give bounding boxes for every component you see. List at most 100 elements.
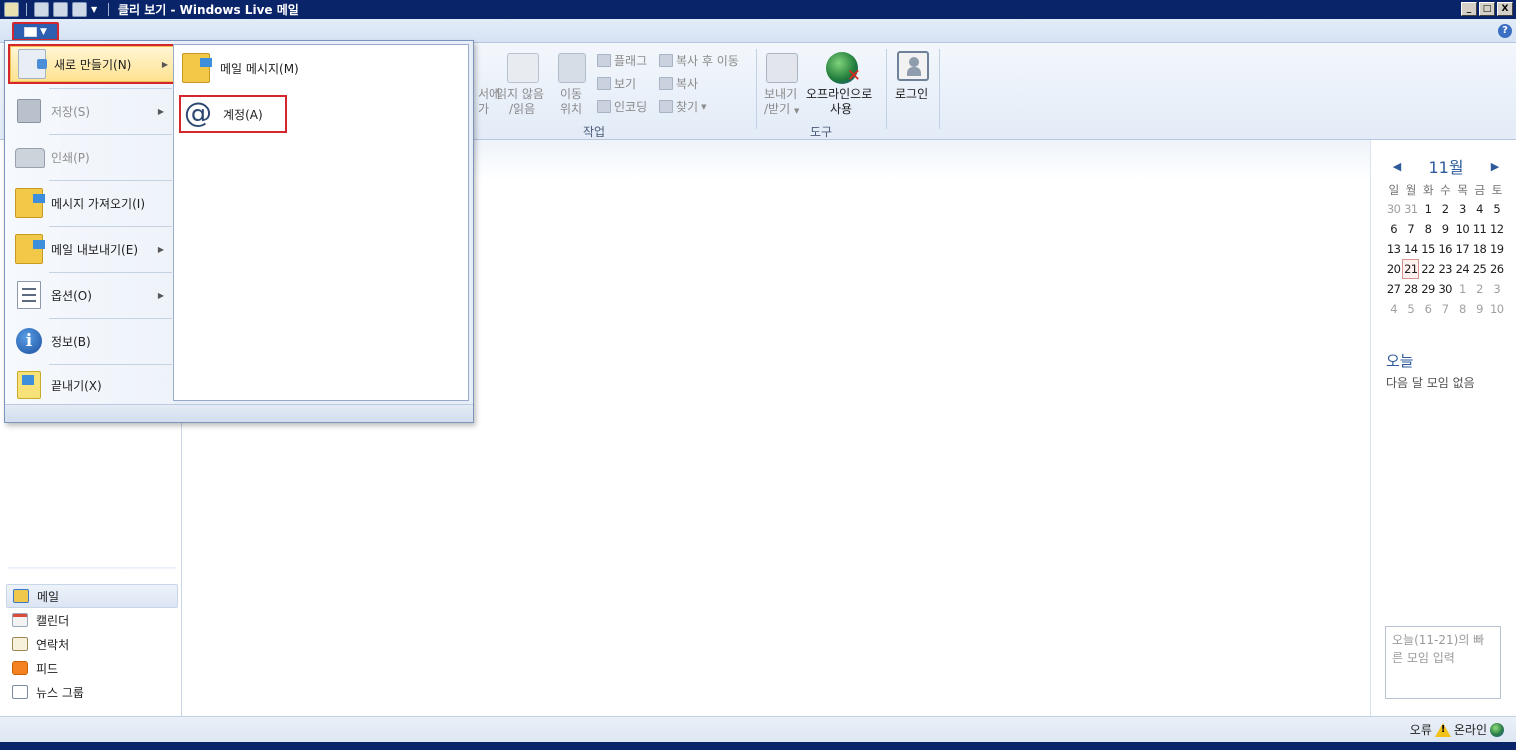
calendar-day[interactable]: 8 [1454, 299, 1471, 319]
minimize-button[interactable]: _ [1461, 2, 1477, 16]
move-folder-icon[interactable] [558, 53, 586, 83]
send-receive-button[interactable]: 보내기 [764, 87, 797, 102]
submenu-item-account[interactable]: @ 계정(A) [179, 95, 287, 133]
title-bar: ▼ 클리 보기 - Windows Live 메일 _ □ X [0, 0, 1516, 19]
calendar-day[interactable]: 22 [1419, 259, 1436, 279]
calendar-day[interactable]: 2 [1471, 279, 1488, 299]
app-icon[interactable] [4, 2, 19, 17]
error-status[interactable]: 오류 [1410, 721, 1432, 738]
help-icon[interactable]: ? [1498, 24, 1512, 38]
chevron-down-icon: ▼ [40, 26, 47, 37]
copy-button[interactable]: 복사 [659, 75, 698, 92]
app-menu-button[interactable]: ▼ [12, 22, 59, 41]
calendar-day[interactable]: 29 [1419, 279, 1436, 299]
nav-item-calendar[interactable]: 캘린더 [6, 608, 178, 632]
reply-icon[interactable] [53, 2, 68, 17]
nav-item-newsgroups[interactable]: 뉴스 그룹 [6, 680, 178, 704]
calendar-day[interactable]: 25 [1471, 259, 1488, 279]
maximize-button[interactable]: □ [1479, 2, 1495, 16]
calendar-day[interactable]: 16 [1437, 239, 1454, 259]
work-offline-globe-icon[interactable]: ✕ [826, 52, 861, 86]
calendar-day[interactable]: 10 [1454, 219, 1471, 239]
flag-button[interactable]: 플래그 [597, 52, 647, 69]
customize-toolbar-icon[interactable]: ▼ [91, 5, 101, 14]
calendar-day[interactable]: 31 [1402, 199, 1419, 219]
online-status[interactable]: 온라인 [1454, 721, 1487, 738]
calendar-day[interactable]: 1 [1454, 279, 1471, 299]
view-button[interactable]: 보기 [597, 75, 636, 92]
calendar-day[interactable]: 26 [1488, 259, 1505, 279]
calendar-day[interactable]: 28 [1402, 279, 1419, 299]
mark-unread-button[interactable]: 읽지 않음 [496, 87, 544, 102]
menu-separator [49, 134, 172, 135]
calendar-day-today[interactable]: 21 [1402, 259, 1420, 279]
nav-item-feeds[interactable]: 피드 [6, 656, 178, 680]
login-icon[interactable] [897, 51, 929, 81]
close-button[interactable]: X [1497, 2, 1513, 16]
copy-move-button[interactable]: 복사 후 이동 [659, 52, 739, 69]
calendar-day[interactable]: 9 [1437, 219, 1454, 239]
envelope-icon[interactable] [507, 53, 539, 83]
submenu-item-mail-message[interactable]: 메일 메시지(M) [182, 53, 299, 83]
warning-icon[interactable] [1434, 722, 1451, 737]
next-month-arrow-icon[interactable]: ▶ [1488, 160, 1502, 173]
calendar-day[interactable]: 10 [1488, 299, 1505, 319]
feed-icon [12, 661, 28, 675]
nav-item-mail[interactable]: 메일 [6, 584, 178, 608]
find-button[interactable]: 찾기 ▼ [659, 98, 706, 115]
calendar-day[interactable]: 14 [1402, 239, 1419, 259]
calendar-day[interactable]: 30 [1385, 199, 1402, 219]
menu-item-import[interactable]: 메시지 가져오기(I) [7, 183, 172, 223]
calendar-day[interactable]: 19 [1488, 239, 1505, 259]
calendar-day[interactable]: 13 [1385, 239, 1402, 259]
previous-month-arrow-icon[interactable]: ◀ [1390, 160, 1404, 173]
calendar-month[interactable]: 11월 [1428, 154, 1463, 178]
calendar-day[interactable]: 24 [1454, 259, 1471, 279]
calendar-day[interactable]: 3 [1488, 279, 1505, 299]
calendar-grid: 일 월 화 수 목 금 토 30 31 1 2 3 4 5 6 7 8 9 10… [1385, 181, 1506, 319]
calendar-day[interactable]: 6 [1419, 299, 1436, 319]
view-label: 보기 [614, 77, 637, 91]
calendar-day[interactable]: 6 [1385, 219, 1402, 239]
menu-item-new[interactable]: 새로 만들기(N) ▶ [8, 44, 178, 84]
move-to-button[interactable]: 이동 [560, 87, 582, 102]
calendar-day[interactable]: 12 [1488, 219, 1505, 239]
calendar-day[interactable]: 5 [1488, 199, 1505, 219]
calendar-day[interactable]: 2 [1437, 199, 1454, 219]
calendar-day[interactable]: 15 [1419, 239, 1436, 259]
calendar-day[interactable]: 7 [1402, 219, 1419, 239]
calendar-day[interactable]: 11 [1471, 219, 1488, 239]
send-receive-icon[interactable] [766, 53, 798, 83]
flag-icon [597, 54, 611, 67]
calendar-day[interactable]: 8 [1419, 219, 1436, 239]
login-button[interactable]: 로그인 [895, 87, 928, 102]
calendar-day[interactable]: 23 [1437, 259, 1454, 279]
nav-item-contacts[interactable]: 연락처 [6, 632, 178, 656]
calendar-day[interactable]: 17 [1454, 239, 1471, 259]
calendar-day[interactable]: 18 [1471, 239, 1488, 259]
work-offline-button[interactable]: 오프라인으로 [806, 87, 872, 102]
globe-icon[interactable] [1490, 722, 1504, 737]
send-receive-icon[interactable] [72, 2, 87, 17]
calendar-day[interactable]: 4 [1471, 199, 1488, 219]
calendar-day[interactable]: 1 [1419, 199, 1436, 219]
calendar-day[interactable]: 27 [1385, 279, 1402, 299]
menu-item-print[interactable]: 인쇄(P) [7, 137, 172, 177]
info-icon: i [16, 328, 42, 354]
menu-item-export[interactable]: 메일 내보내기(E) ▶ [7, 229, 172, 269]
calendar-day[interactable]: 5 [1402, 299, 1419, 319]
calendar-day[interactable]: 9 [1471, 299, 1488, 319]
calendar-day[interactable]: 4 [1385, 299, 1402, 319]
encoding-button[interactable]: 인코딩 [597, 98, 647, 115]
ribbon-partial-button-label-2[interactable]: 가 [478, 102, 489, 117]
menu-item-options[interactable]: 옵션(O) ▶ [7, 275, 172, 315]
calendar-day[interactable]: 3 [1454, 199, 1471, 219]
calendar-day[interactable]: 7 [1437, 299, 1454, 319]
calendar-day[interactable]: 30 [1437, 279, 1454, 299]
menu-item-exit[interactable]: 끝내기(X) [7, 365, 172, 405]
menu-item-save[interactable]: 저장(S) ▶ [7, 91, 172, 131]
quick-meeting-input[interactable]: 오늘(11-21)의 빠른 모임 입력 [1385, 626, 1501, 699]
new-message-icon[interactable] [34, 2, 49, 17]
menu-item-about[interactable]: i 정보(B) [7, 321, 172, 361]
calendar-day[interactable]: 20 [1385, 259, 1402, 279]
